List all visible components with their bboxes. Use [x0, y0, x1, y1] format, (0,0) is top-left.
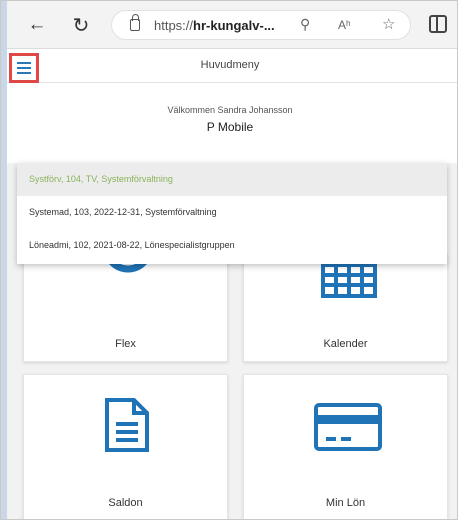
tile-flex[interactable]: Flex [23, 241, 228, 362]
split-screen-icon[interactable] [429, 15, 447, 33]
back-arrow-icon[interactable]: ← [23, 11, 51, 39]
zoom-icon[interactable]: ⚲ [300, 16, 310, 33]
product-name: P Mobile [206, 120, 254, 134]
credit-card-icon [314, 403, 382, 451]
browser-window: ← ↻ https://hr-kungalv-... ⚲ Aʰ ☆ Huvudm… [0, 0, 458, 520]
url-text: https://hr-kungalv-... [154, 18, 275, 33]
lock-icon [130, 14, 140, 31]
favorite-star-icon[interactable]: ☆ [382, 15, 395, 33]
welcome-panel: Välkommen Sandra Johansson P Mobile [1, 83, 457, 163]
read-aloud-icon[interactable]: Aʰ [338, 18, 351, 32]
tile-saldon[interactable]: Saldon [23, 374, 228, 519]
window-edge [1, 1, 7, 519]
document-icon [105, 398, 149, 452]
welcome-text: Välkommen Sandra Johansson [167, 105, 293, 115]
reload-icon[interactable]: ↻ [67, 11, 95, 39]
tile-label-kalender: Kalender [323, 338, 368, 350]
tile-label-flex: Flex [115, 338, 136, 350]
browser-toolbar: ← ↻ https://hr-kungalv-... ⚲ Aʰ ☆ [1, 1, 457, 49]
address-bar[interactable]: https://hr-kungalv-... ⚲ Aʰ ☆ [111, 10, 411, 40]
app-header: Huvudmeny [1, 49, 457, 83]
dropdown-item-loneadmi[interactable]: Löneadmi, 102, 2021-08-22, Lönespecialis… [17, 229, 447, 262]
dropdown-item-systemad[interactable]: Systemad, 103, 2022-12-31, Systemförvalt… [17, 196, 447, 229]
page-title: Huvudmeny [200, 59, 260, 71]
tile-label-min-lon: Min Lön [325, 497, 366, 509]
tile-kalender[interactable]: Kalender [243, 253, 448, 362]
tile-label-saldon: Saldon [108, 497, 143, 509]
dropdown-item-systforv[interactable]: Systförv, 104, TV, Systemförvaltning [17, 163, 447, 196]
employment-dropdown: Systförv, 104, TV, Systemförvaltning Sys… [17, 163, 447, 264]
tile-min-lon[interactable]: Min Lön [243, 374, 448, 519]
